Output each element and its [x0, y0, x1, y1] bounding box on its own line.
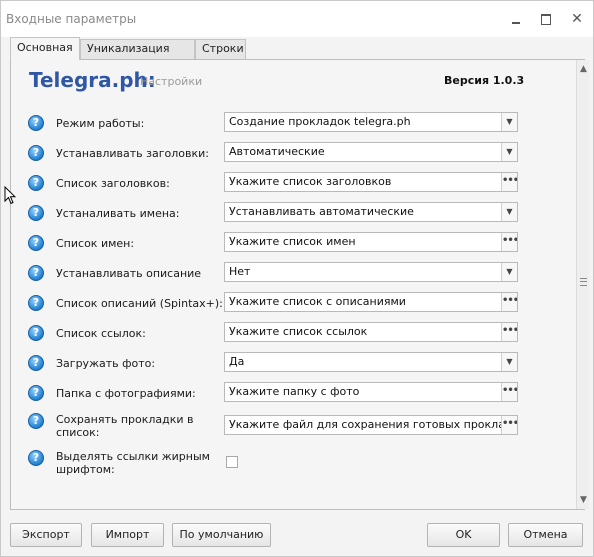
upload-photo-dropdown[interactable]: Да ▼ — [224, 352, 518, 372]
ok-button[interactable]: OK — [427, 523, 500, 547]
chevron-down-icon[interactable]: ▼ — [501, 113, 517, 131]
browse-icon[interactable]: ••• — [501, 233, 517, 251]
file-path-value: Укажите файл для сохранения готовых прок… — [229, 418, 518, 431]
set-titles-dropdown[interactable]: Автоматические ▼ — [224, 142, 518, 162]
setting-row-photo-folder: ? Папка с фотографиями: Укажите папку с … — [11, 382, 571, 412]
cancel-button[interactable]: Отмена — [508, 523, 583, 547]
tab-main[interactable]: Основная — [10, 37, 80, 60]
browse-icon[interactable]: ••• — [501, 383, 517, 401]
import-button[interactable]: Импорт — [91, 523, 164, 547]
mode-dropdown[interactable]: Создание прокладок telegra.ph ▼ — [224, 112, 518, 132]
file-path-value: Укажите папку с фото — [229, 385, 360, 398]
help-icon[interactable]: ? — [28, 265, 44, 281]
mouse-cursor-icon — [4, 186, 16, 205]
dropdown-value: Да — [229, 355, 245, 368]
chevron-down-icon[interactable]: ▼ — [501, 203, 517, 221]
tab-strings[interactable]: Строки — [195, 39, 246, 59]
setting-row-name-list: ? Список имен: Укажите список имен ••• — [11, 232, 571, 262]
help-icon[interactable]: ? — [28, 115, 44, 131]
scroll-down-icon[interactable]: ▼ — [577, 493, 590, 507]
chevron-down-icon[interactable]: ▼ — [501, 143, 517, 161]
setting-label: Устанавливать описание — [56, 267, 202, 280]
help-icon[interactable]: ? — [28, 450, 44, 466]
chevron-down-icon[interactable]: ▼ — [501, 353, 517, 371]
help-icon[interactable]: ? — [28, 385, 44, 401]
scroll-up-icon[interactable]: ▲ — [577, 62, 590, 76]
help-icon[interactable]: ? — [28, 205, 44, 221]
help-icon[interactable]: ? — [28, 295, 44, 311]
file-path-value: Укажите список с описаниями — [229, 295, 406, 308]
setting-row-set-description: ? Устанавливать описание Нет ▼ — [11, 262, 571, 292]
setting-row-description-list: ? Список описаний (Spintax+): Укажите сп… — [11, 292, 571, 322]
file-path-value: Укажите список имен — [229, 235, 356, 248]
browse-icon[interactable]: ••• — [501, 293, 517, 311]
set-description-dropdown[interactable]: Нет ▼ — [224, 262, 518, 282]
setting-label: Устаналивать имена: — [56, 207, 180, 220]
setting-label: Устанавливать заголовки: — [56, 147, 209, 160]
setting-row-set-titles: ? Устанавливать заголовки: Автоматически… — [11, 142, 571, 172]
dropdown-value: Устанавливать автоматические — [229, 205, 414, 218]
tab-photo-uniqueness[interactable]: Уникализация фото — [80, 39, 195, 73]
save-file-field[interactable]: Укажите файл для сохранения готовых прок… — [224, 415, 518, 435]
title-list-field[interactable]: Укажите список заголовков ••• — [224, 172, 518, 192]
close-icon[interactable]: ✕ — [570, 12, 584, 26]
setting-label: Список заголовков: — [56, 177, 170, 190]
setting-row-bold-links: ? Выделять ссылки жирным шрифтом: — [11, 449, 571, 485]
version-label: Версия 1.0.3 — [444, 74, 525, 87]
scroll-grip-icon[interactable] — [580, 278, 587, 286]
export-button[interactable]: Экспорт — [10, 523, 82, 547]
dropdown-value: Создание прокладок telegra.ph — [229, 115, 411, 128]
description-list-field[interactable]: Укажите список с описаниями ••• — [224, 292, 518, 312]
setting-label-continued: шрифтом: — [56, 463, 115, 476]
browse-icon[interactable]: ••• — [501, 416, 517, 434]
setting-row-link-list: ? Список ссылок: Укажите список ссылок •… — [11, 322, 571, 352]
help-icon[interactable]: ? — [28, 413, 44, 429]
browse-icon[interactable]: ••• — [501, 173, 517, 191]
help-icon[interactable]: ? — [28, 235, 44, 251]
minimize-icon[interactable] — [509, 12, 523, 26]
dropdown-value: Автоматические — [229, 145, 325, 158]
help-icon[interactable]: ? — [28, 145, 44, 161]
dropdown-value: Нет — [229, 265, 251, 278]
setting-label: Выделять ссылки жирным — [56, 450, 210, 463]
setting-label: Список имен: — [56, 237, 135, 250]
vertical-scrollbar[interactable]: ▲ ▼ — [576, 60, 589, 509]
setting-label: Сохранять прокладки в — [56, 413, 194, 426]
setting-label: Список описаний (Spintax+): — [56, 297, 223, 310]
bold-links-checkbox[interactable] — [226, 456, 238, 468]
setting-label: Загружать фото: — [56, 357, 156, 370]
brand-subtitle: Настройки — [140, 75, 203, 88]
brand-title: Telegra.ph: — [29, 68, 156, 92]
help-icon[interactable]: ? — [28, 175, 44, 191]
settings-panel: Telegra.ph: Настройки Версия 1.0.3 ? Реж… — [10, 59, 589, 510]
setting-row-title-list: ? Список заголовков: Укажите список заго… — [11, 172, 571, 202]
name-list-field[interactable]: Укажите список имен ••• — [224, 232, 518, 252]
setting-label: Папка с фотографиями: — [56, 387, 196, 400]
link-list-field[interactable]: Укажите список ссылок ••• — [224, 322, 518, 342]
defaults-button[interactable]: По умолчанию — [172, 523, 271, 547]
setting-row-set-names: ? Устаналивать имена: Устанавливать авто… — [11, 202, 571, 232]
photo-folder-field[interactable]: Укажите папку с фото ••• — [224, 382, 518, 402]
file-path-value: Укажите список ссылок — [229, 325, 368, 338]
setting-row-upload-photo: ? Загружать фото: Да ▼ — [11, 352, 571, 382]
setting-row-mode: ? Режим работы: Создание прокладок teleg… — [11, 112, 571, 142]
help-icon[interactable]: ? — [28, 355, 44, 371]
set-names-dropdown[interactable]: Устанавливать автоматические ▼ — [224, 202, 518, 222]
file-path-value: Укажите список заголовков — [229, 175, 392, 188]
chevron-down-icon[interactable]: ▼ — [501, 263, 517, 281]
setting-label: Режим работы: — [56, 117, 145, 130]
setting-label: Список ссылок: — [56, 327, 146, 340]
setting-label-continued: список: — [56, 426, 100, 439]
title-bar[interactable]: Входные параметры ✕ — [1, 1, 593, 37]
maximize-icon[interactable] — [539, 12, 553, 26]
browse-icon[interactable]: ••• — [501, 323, 517, 341]
window-title: Входные параметры — [6, 12, 137, 26]
help-icon[interactable]: ? — [28, 325, 44, 341]
input-parameters-window: Входные параметры ✕ Основная Уникализаци… — [0, 0, 594, 557]
setting-row-save-to-list: ? Сохранять прокладки в список: Укажите … — [11, 412, 571, 448]
